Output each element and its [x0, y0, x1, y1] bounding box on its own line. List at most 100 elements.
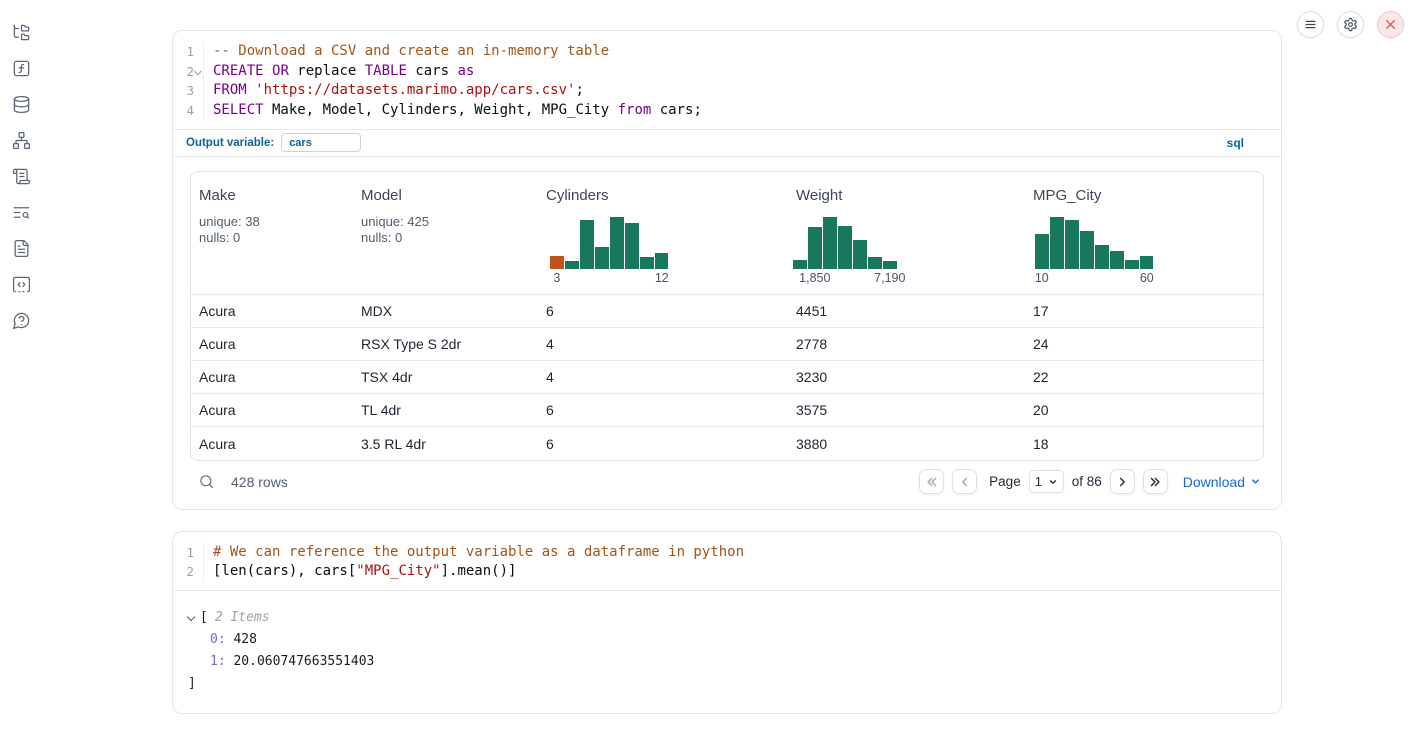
chevrons-left-icon: [925, 475, 939, 489]
code-line: CREATE OR replace TABLE cars as: [213, 62, 1281, 82]
table-cell: 4: [538, 328, 788, 361]
table-cell: 3.5 RL 4dr: [353, 427, 538, 460]
line-number: 4: [173, 101, 203, 121]
table-row[interactable]: AcuraTL 4dr6357520: [191, 394, 1263, 427]
column-header-mpg_city[interactable]: MPG_City1060: [1025, 172, 1263, 295]
table-cell: 22: [1025, 361, 1263, 394]
python-cell: 12# We can reference the output variable…: [172, 531, 1282, 714]
table-cell: Acura: [191, 361, 353, 394]
code-line: SELECT Make, Model, Cylinders, Weight, M…: [213, 101, 1281, 121]
python-output-tree: [ 2 Items 0: 4281: 20.060747663551403 ]: [173, 590, 1281, 713]
code-line: FROM 'https://datasets.marimo.app/cars.c…: [213, 81, 1281, 101]
table-cell: 3230: [788, 361, 1025, 394]
menu-icon: [1303, 17, 1318, 32]
table-cell: 6: [538, 427, 788, 460]
variables-icon[interactable]: [0, 50, 42, 86]
table-cell: 24: [1025, 328, 1263, 361]
table-cell: Acura: [191, 328, 353, 361]
histogram-mpg_city: 1060: [1035, 217, 1153, 286]
dependency-graph-icon[interactable]: [0, 122, 42, 158]
output-variable-row: Output variable: sql: [173, 129, 1281, 156]
sql-code-editor[interactable]: 1234 -- Download a CSV and create an in-m…: [173, 31, 1281, 129]
column-header-weight[interactable]: Weight1,8507,190: [788, 172, 1025, 295]
chevron-down-icon: [1250, 476, 1261, 487]
table-cell: 2778: [788, 328, 1025, 361]
page-total: of 86: [1072, 474, 1102, 489]
help-icon[interactable]: [0, 302, 42, 338]
window-actions: [1297, 11, 1404, 38]
notebook: 1234-- Download a CSV and create an in-m…: [172, 30, 1282, 714]
line-number: 1: [173, 42, 203, 62]
column-header-model[interactable]: Modelunique: 425nulls: 0: [353, 172, 538, 295]
sql-output-area: Makeunique: 38nulls: 0Modelunique: 425nu…: [173, 156, 1281, 509]
chevron-right-icon: [1115, 475, 1129, 489]
line-number: 2: [173, 62, 203, 82]
first-page-button[interactable]: [919, 469, 944, 494]
table-row[interactable]: AcuraMDX6445117: [191, 295, 1263, 328]
chevron-down-icon: [1048, 477, 1058, 487]
table-row[interactable]: AcuraRSX Type S 2dr4277824: [191, 328, 1263, 361]
column-header-make[interactable]: Makeunique: 38nulls: 0: [191, 172, 353, 295]
download-button[interactable]: Download: [1183, 474, 1261, 490]
last-page-button[interactable]: [1143, 469, 1168, 494]
open-bracket: [: [200, 607, 208, 629]
histogram-cylinders: 312: [550, 217, 668, 286]
prev-page-button[interactable]: [952, 469, 977, 494]
output-variable-label: Output variable:: [186, 137, 274, 149]
menu-button[interactable]: [1297, 11, 1324, 38]
download-label: Download: [1183, 474, 1245, 490]
table-header-row: Makeunique: 38nulls: 0Modelunique: 425nu…: [191, 172, 1263, 295]
line-number: 1: [173, 543, 203, 563]
table-cell: 6: [538, 394, 788, 427]
page-select[interactable]: 1: [1029, 470, 1064, 493]
pagination: Page 1 of 86: [919, 469, 1168, 494]
table-cell: Acura: [191, 295, 353, 328]
table-cell: 3880: [788, 427, 1025, 460]
column-header-cylinders[interactable]: Cylinders312: [538, 172, 788, 295]
language-badge: sql: [1227, 136, 1244, 150]
sql-cell: 1234-- Download a CSV and create an in-m…: [172, 30, 1282, 510]
table-cell: 4: [538, 361, 788, 394]
output-variable-input[interactable]: [281, 133, 361, 152]
shutdown-button[interactable]: [1377, 11, 1404, 38]
table-cell: MDX: [353, 295, 538, 328]
code-line: [len(cars), cars["MPG_City"].mean()]: [213, 562, 1281, 582]
logs-icon[interactable]: [0, 194, 42, 230]
table-cell: Acura: [191, 427, 353, 460]
table-cell: 18: [1025, 427, 1263, 460]
code-line: -- Download a CSV and create an in-memor…: [213, 42, 1281, 62]
close-icon: [1383, 17, 1398, 32]
page-label: Page: [989, 474, 1021, 489]
table-cell: 17: [1025, 295, 1263, 328]
data-table: Makeunique: 38nulls: 0Modelunique: 425nu…: [190, 171, 1264, 461]
python-code-editor[interactable]: 12# We can reference the output variable…: [173, 532, 1281, 590]
table-cell: 20: [1025, 394, 1263, 427]
line-number: 2: [173, 562, 203, 582]
scratchpad-icon[interactable]: [0, 158, 42, 194]
table-row[interactable]: Acura3.5 RL 4dr6388018: [191, 427, 1263, 460]
fold-chevron-icon[interactable]: [195, 68, 202, 75]
table-cell: 6: [538, 295, 788, 328]
table-cell: TL 4dr: [353, 394, 538, 427]
table-cell: Acura: [191, 394, 353, 427]
documentation-icon[interactable]: [0, 230, 42, 266]
table-row[interactable]: AcuraTSX 4dr4323022: [191, 361, 1263, 394]
row-count: 428 rows: [231, 474, 288, 490]
table-body: AcuraMDX6445117AcuraRSX Type S 2dr427782…: [191, 295, 1263, 460]
file-explorer-icon[interactable]: [0, 14, 42, 50]
line-number: 3: [173, 81, 203, 101]
collapse-chevron-icon[interactable]: [187, 614, 196, 623]
datasources-icon[interactable]: [0, 86, 42, 122]
tree-item: 1: 20.060747663551403: [187, 651, 1267, 673]
settings-button[interactable]: [1337, 11, 1364, 38]
next-page-button[interactable]: [1110, 469, 1135, 494]
chevrons-right-icon: [1148, 475, 1162, 489]
search-button[interactable]: [198, 473, 215, 490]
search-icon: [198, 473, 215, 490]
page-select-value: 1: [1035, 474, 1042, 489]
tree-entries: 0: 4281: 20.060747663551403: [187, 629, 1267, 673]
table-cell: TSX 4dr: [353, 361, 538, 394]
snippets-icon[interactable]: [0, 266, 42, 302]
table-cell: 3575: [788, 394, 1025, 427]
items-count: 2 Items: [215, 607, 270, 629]
